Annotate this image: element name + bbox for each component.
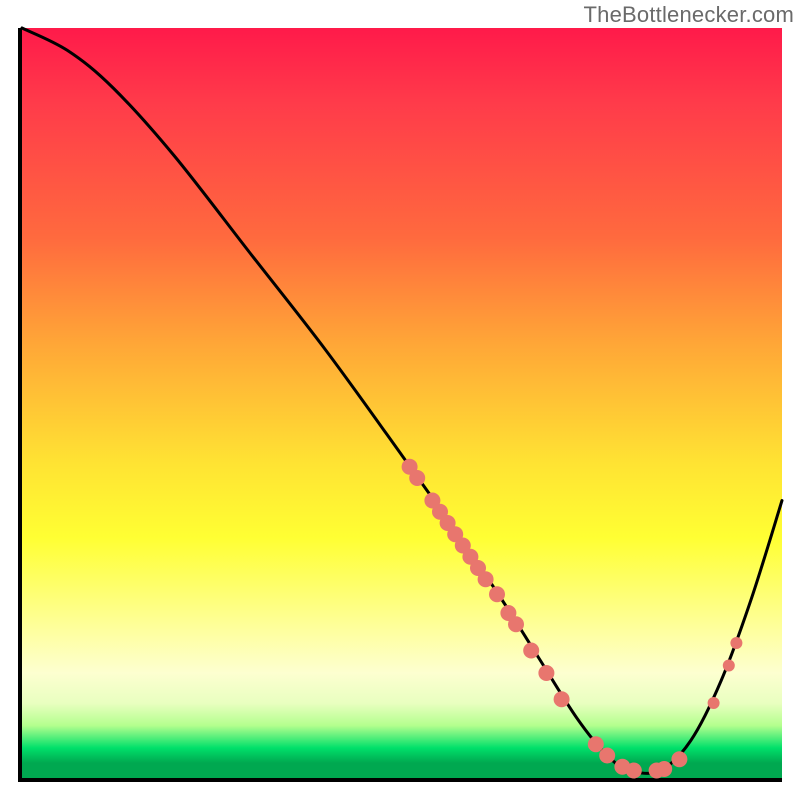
watermark-label: TheBottlenecker.com xyxy=(584,2,794,28)
data-point-marker xyxy=(671,751,687,767)
data-point-marker xyxy=(489,586,505,602)
data-point-marker xyxy=(409,470,425,486)
data-point-marker xyxy=(626,763,642,779)
data-point-marker xyxy=(723,660,735,672)
data-point-marker xyxy=(588,736,604,752)
data-point-marker xyxy=(523,643,539,659)
curve-layer xyxy=(22,28,782,778)
chart-root: TheBottlenecker.com xyxy=(0,0,800,800)
curve-markers xyxy=(402,459,743,779)
data-point-marker xyxy=(656,761,672,777)
plot-area xyxy=(18,28,782,782)
data-point-marker xyxy=(708,697,720,709)
data-point-marker xyxy=(538,665,554,681)
data-point-marker xyxy=(599,748,615,764)
data-point-marker xyxy=(554,691,570,707)
bottleneck-curve xyxy=(22,28,782,773)
data-point-marker xyxy=(730,637,742,649)
data-point-marker xyxy=(508,616,524,632)
data-point-marker xyxy=(478,571,494,587)
